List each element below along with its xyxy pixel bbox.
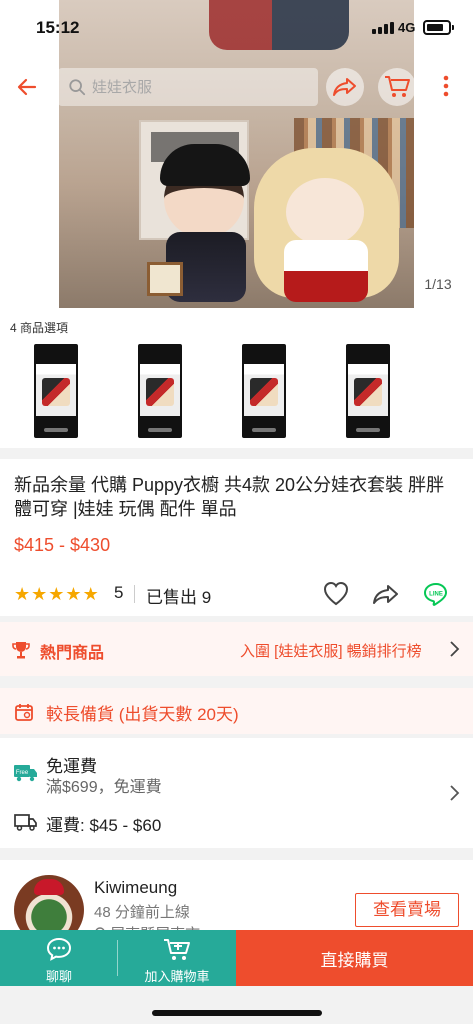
- battery-icon: [423, 20, 454, 35]
- option-thumbnail-2[interactable]: [138, 344, 182, 438]
- add-cart-icon: [164, 939, 190, 960]
- back-arrow-icon: [17, 78, 37, 96]
- cart-icon: [385, 76, 410, 97]
- buy-now-button[interactable]: 直接購買: [236, 930, 473, 986]
- product-info: 新品余量 代購 Puppy衣櫥 共4款 20公分娃衣套裝 胖胖體可穿 |娃娃 玩…: [0, 459, 473, 616]
- chat-bubble-icon: [46, 937, 72, 961]
- rating-stars[interactable]: ★ ★ ★ ★ ★: [14, 584, 99, 605]
- variation-options: 4 商品選項: [0, 314, 473, 448]
- home-indicator-area: [0, 986, 473, 1024]
- chat-label: 聊聊: [45, 969, 72, 984]
- free-shipping-icon: Free: [14, 765, 37, 782]
- more-options-button[interactable]: [428, 68, 464, 104]
- photo-sign: [147, 262, 183, 296]
- truck-icon: [14, 814, 37, 831]
- signal-icon: [372, 22, 394, 34]
- chevron-right-icon: [450, 785, 460, 801]
- product-price: $415 - $430: [14, 535, 111, 555]
- image-counter: 1/13: [414, 271, 462, 297]
- network-type: 4G: [398, 20, 416, 35]
- shipping-section[interactable]: Free 免運費 滿$699，免運費 運費: $45 - $60: [0, 738, 473, 848]
- line-icon: LINE: [423, 582, 448, 606]
- top-nav: [0, 54, 473, 120]
- chat-button[interactable]: 聊聊: [0, 930, 118, 986]
- backorder-notice: 較長備貨 (出貨天數 20天): [0, 688, 473, 734]
- search-bar[interactable]: [58, 68, 318, 106]
- trophy-icon: [12, 642, 30, 659]
- photo-doll-blonde: [254, 140, 399, 305]
- star-icon: ★: [31, 584, 48, 604]
- like-button[interactable]: [322, 580, 350, 611]
- visit-shop-button[interactable]: 查看賣場: [355, 893, 459, 927]
- star-icon: ★: [82, 584, 99, 604]
- add-to-cart-button[interactable]: 加入購物車: [118, 930, 236, 986]
- svg-text:Free: Free: [16, 770, 29, 776]
- status-bar: 15:12 4G: [0, 0, 473, 54]
- free-shipping-condition: 滿$699，免運費: [46, 779, 162, 796]
- share-product-button[interactable]: [372, 582, 400, 611]
- back-button[interactable]: [8, 68, 46, 106]
- search-input[interactable]: [92, 78, 292, 96]
- line-share-button[interactable]: LINE: [422, 580, 450, 613]
- star-icon: ★: [48, 584, 65, 604]
- hot-product-banner[interactable]: 熱門商品 入圍 [娃娃衣服] 暢銷排行榜: [0, 622, 473, 676]
- share-icon: [373, 585, 398, 604]
- option-thumbnail-4[interactable]: [346, 344, 390, 438]
- seller-section: Kiwimeung 48 分鐘前上線 屏東縣屏東市 查看賣場: [0, 860, 473, 945]
- rating-value: 5: [114, 583, 124, 602]
- share-icon: [333, 78, 356, 96]
- home-indicator[interactable]: [152, 1010, 322, 1016]
- share-button[interactable]: [326, 68, 364, 106]
- shipping-fee: 運費: $45 - $60: [46, 816, 162, 835]
- hot-product-label: 熱門商品: [40, 645, 105, 662]
- svg-text:LINE: LINE: [429, 592, 443, 598]
- chevron-right-icon: [450, 641, 460, 657]
- more-dots-icon: [443, 75, 449, 97]
- star-icon: ★: [14, 584, 31, 604]
- divider: [134, 585, 135, 603]
- status-time: 15:12: [36, 18, 80, 37]
- star-icon: ★: [65, 584, 82, 604]
- options-label: 4 商品選項: [10, 321, 69, 335]
- calendar-icon: [15, 704, 33, 721]
- seller-last-online: 48 分鐘前上線: [94, 904, 190, 921]
- seller-name[interactable]: Kiwimeung: [94, 878, 177, 898]
- add-to-cart-label: 加入購物車: [144, 969, 210, 984]
- option-thumbnail-1[interactable]: [34, 344, 78, 438]
- hot-product-link[interactable]: 入圍 [娃娃衣服] 暢銷排行榜: [240, 640, 422, 661]
- sold-count: 已售出 9: [146, 588, 212, 607]
- backorder-text: 較長備貨 (出貨天數 20天): [46, 705, 239, 724]
- heart-icon: [323, 581, 349, 606]
- cart-button[interactable]: [378, 68, 416, 106]
- option-thumbnail-3[interactable]: [242, 344, 286, 438]
- product-title: 新品余量 代購 Puppy衣櫥 共4款 20公分娃衣套裝 胖胖體可穿 |娃娃 玩…: [14, 475, 445, 519]
- bottom-action-bar: 聊聊 加入購物車 直接購買: [0, 930, 473, 986]
- search-icon: [69, 79, 86, 96]
